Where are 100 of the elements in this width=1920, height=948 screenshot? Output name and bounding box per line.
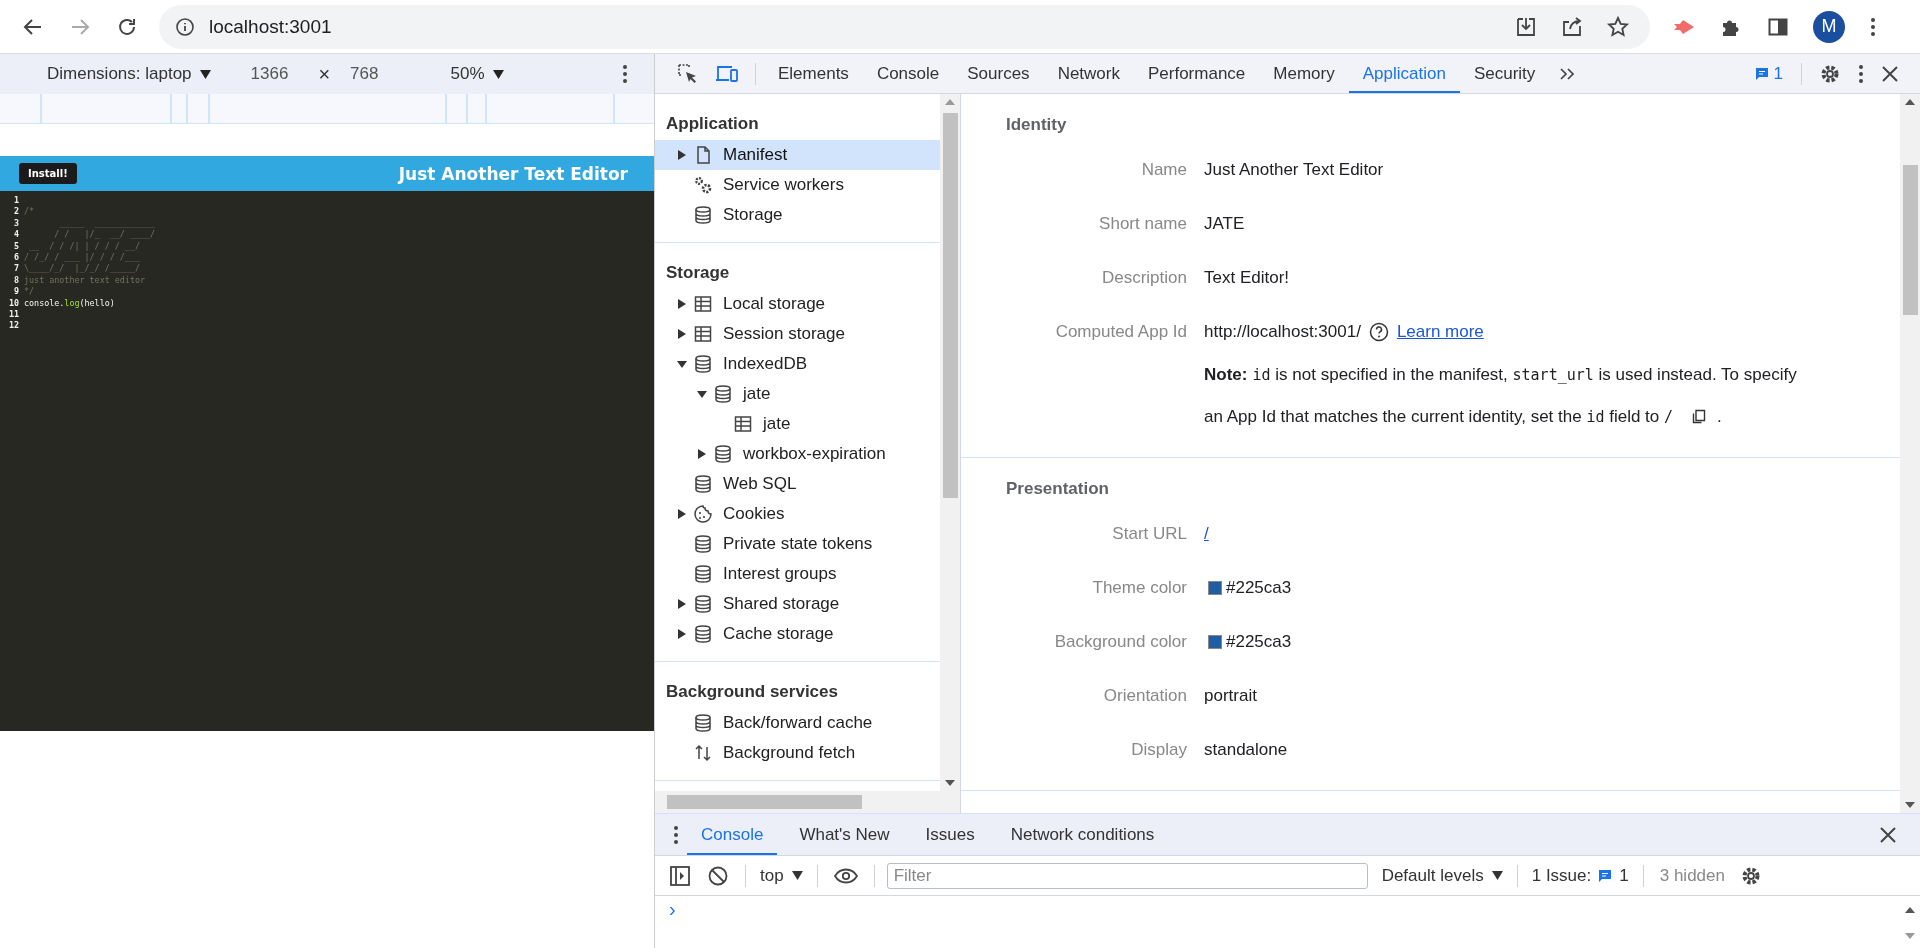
sidebar-item[interactable]: workbox-expiration <box>655 439 940 469</box>
panel-tab[interactable]: Console <box>862 54 954 93</box>
code-line: console.log(hello) <box>24 297 115 309</box>
database-icon <box>693 624 713 644</box>
panel-tab[interactable]: Network <box>1043 54 1134 93</box>
sidebar-item[interactable]: Service workers <box>655 170 940 200</box>
field-value: JATE <box>1204 213 1246 235</box>
log-levels-dropdown[interactable]: Default levels <box>1375 865 1509 886</box>
panel-tab[interactable]: Performance <box>1134 54 1260 93</box>
close-icon[interactable] <box>1878 824 1898 845</box>
sidebar-item[interactable]: IndexedDB <box>655 349 940 379</box>
issues-badge[interactable]: 1 <box>1753 63 1783 84</box>
field-value: #225ca3 <box>1226 632 1292 652</box>
sidebar-item[interactable]: Local storage <box>655 289 940 319</box>
scroll-down-arrow-icon[interactable] <box>1905 933 1915 939</box>
share-icon[interactable] <box>1560 14 1584 39</box>
code-line: / /_/ / ___ |/ / / /___ <box>24 251 140 264</box>
sidebar-item[interactable]: Cookies <box>655 499 940 529</box>
expand-toggle-icon[interactable] <box>677 599 687 609</box>
inspect-element-icon[interactable] <box>677 62 699 85</box>
issues-counter[interactable]: 1 Issue: 1 <box>1531 865 1629 886</box>
close-icon[interactable] <box>1880 63 1900 84</box>
info-icon[interactable] <box>175 16 195 37</box>
expand-toggle-icon[interactable] <box>677 359 687 369</box>
sidebar-section-title: Background services <box>665 681 839 703</box>
more-options-icon[interactable] <box>622 64 628 84</box>
drawer-tab[interactable]: What's New <box>785 814 904 855</box>
scrollbar[interactable] <box>1900 94 1920 813</box>
more-options-icon[interactable] <box>673 824 679 845</box>
expand-toggle-icon[interactable] <box>677 299 687 309</box>
sidebar-item[interactable]: Background fetch <box>655 738 940 768</box>
caret-icon <box>1491 871 1503 880</box>
expand-toggle-icon[interactable] <box>677 329 687 339</box>
field-value: Just Another Text Editor <box>1204 159 1385 181</box>
filter-field[interactable]: Filter <box>886 862 1368 889</box>
code-line: just another text editor <box>24 274 145 287</box>
drawer-tab[interactable]: Issues <box>911 814 989 855</box>
dimensions-dropdown[interactable]: Dimensions: laptop <box>47 64 211 84</box>
field-label: Computed App Id <box>1054 321 1187 343</box>
drawer-tab[interactable]: Network conditions <box>996 814 1169 855</box>
expand-toggle-icon[interactable] <box>677 150 687 160</box>
console-prompt[interactable]: › <box>669 898 676 920</box>
learn-more-link[interactable]: Learn more <box>1396 322 1484 342</box>
field-value: #225ca3 <box>1226 578 1292 598</box>
sidebar-item[interactable]: Back/forward cache <box>655 708 940 738</box>
field-value: standalone <box>1204 739 1289 761</box>
scrollbar-thumb[interactable] <box>942 113 958 498</box>
panel-tab[interactable]: Elements <box>764 54 863 93</box>
sidebar-item[interactable]: Manifest <box>655 140 940 170</box>
copy-icon[interactable] <box>1691 409 1708 425</box>
zoom-dropdown[interactable]: 50% <box>450 64 504 84</box>
width-field[interactable]: 1366 <box>250 64 289 84</box>
context-dropdown[interactable]: top <box>754 865 809 886</box>
height-field[interactable]: 768 <box>350 64 379 84</box>
code-line: \____/_/ |_/_/ /_____/ <box>24 263 140 275</box>
database-icon <box>713 444 733 464</box>
database-icon <box>713 384 733 404</box>
panel-tab[interactable]: Sources <box>953 54 1044 93</box>
scroll-down-arrow-icon[interactable] <box>945 780 955 786</box>
drawer-tab[interactable]: Console <box>687 814 778 855</box>
sidebar-item[interactable]: Private state tokens <box>655 529 940 559</box>
help-icon[interactable] <box>1368 322 1389 342</box>
panel-tab[interactable]: Application <box>1348 54 1460 93</box>
scroll-up-arrow-icon[interactable] <box>1905 907 1915 913</box>
message-icon <box>1597 867 1614 884</box>
clear-console-icon[interactable] <box>707 864 729 887</box>
panel-tab[interactable]: Security <box>1459 54 1550 93</box>
scroll-down-arrow-icon[interactable] <box>1905 802 1915 808</box>
address-bar[interactable]: localhost:3001 <box>159 4 1650 49</box>
sidebar-toggle-icon[interactable] <box>669 864 691 887</box>
sidebar-item[interactable]: Session storage <box>655 319 940 349</box>
star-icon[interactable] <box>1606 14 1630 39</box>
horizontal-scrollbar[interactable] <box>655 791 960 813</box>
sidebar-item[interactable]: Cache storage <box>655 619 940 649</box>
start-url-link[interactable]: / <box>1204 524 1209 544</box>
more-options-icon[interactable] <box>1858 63 1864 84</box>
scroll-up-arrow-icon[interactable] <box>1905 99 1915 105</box>
eye-icon[interactable] <box>833 867 858 884</box>
sidebar-item[interactable]: Web SQL <box>655 469 940 499</box>
scrollbar[interactable] <box>940 94 960 791</box>
profile-avatar[interactable]: M <box>1813 10 1845 43</box>
expand-toggle-icon[interactable] <box>677 629 687 639</box>
install-button[interactable]: Install! <box>19 163 77 184</box>
sidebar-item[interactable]: Interest groups <box>655 559 940 589</box>
code-line: */ <box>24 286 35 298</box>
scrollbar-thumb[interactable] <box>1902 165 1918 315</box>
panel-tab[interactable]: Memory <box>1259 54 1349 93</box>
sidebar-item[interactable]: jate <box>655 379 940 409</box>
scrollbar-thumb[interactable] <box>667 795 862 809</box>
line-number: 2 <box>12 206 19 218</box>
code-editor[interactable]: 1 2 /* 3 _____ ____________ 4 / / |/_ __/ ____/ 5 __ / / /| | / / / __/ 6 / /_/ / ___ |/ / / /___ 7 \____/_/ |_/_/ /_____/ 8 just another text editor 9 */ 10 console.log(hello) 11 12 <box>0 191 654 731</box>
caret-icon <box>791 871 803 880</box>
expand-toggle-icon[interactable] <box>697 389 707 399</box>
sidebar-item[interactable]: jate <box>655 409 940 439</box>
expand-toggle-icon[interactable] <box>677 509 687 519</box>
line-number: 1 <box>12 195 19 207</box>
expand-toggle-icon[interactable] <box>697 449 707 459</box>
sidebar-item[interactable]: Storage <box>655 200 940 230</box>
hidden-count: 3 hidden <box>1659 865 1725 886</box>
sidebar-item[interactable]: Shared storage <box>655 589 940 619</box>
